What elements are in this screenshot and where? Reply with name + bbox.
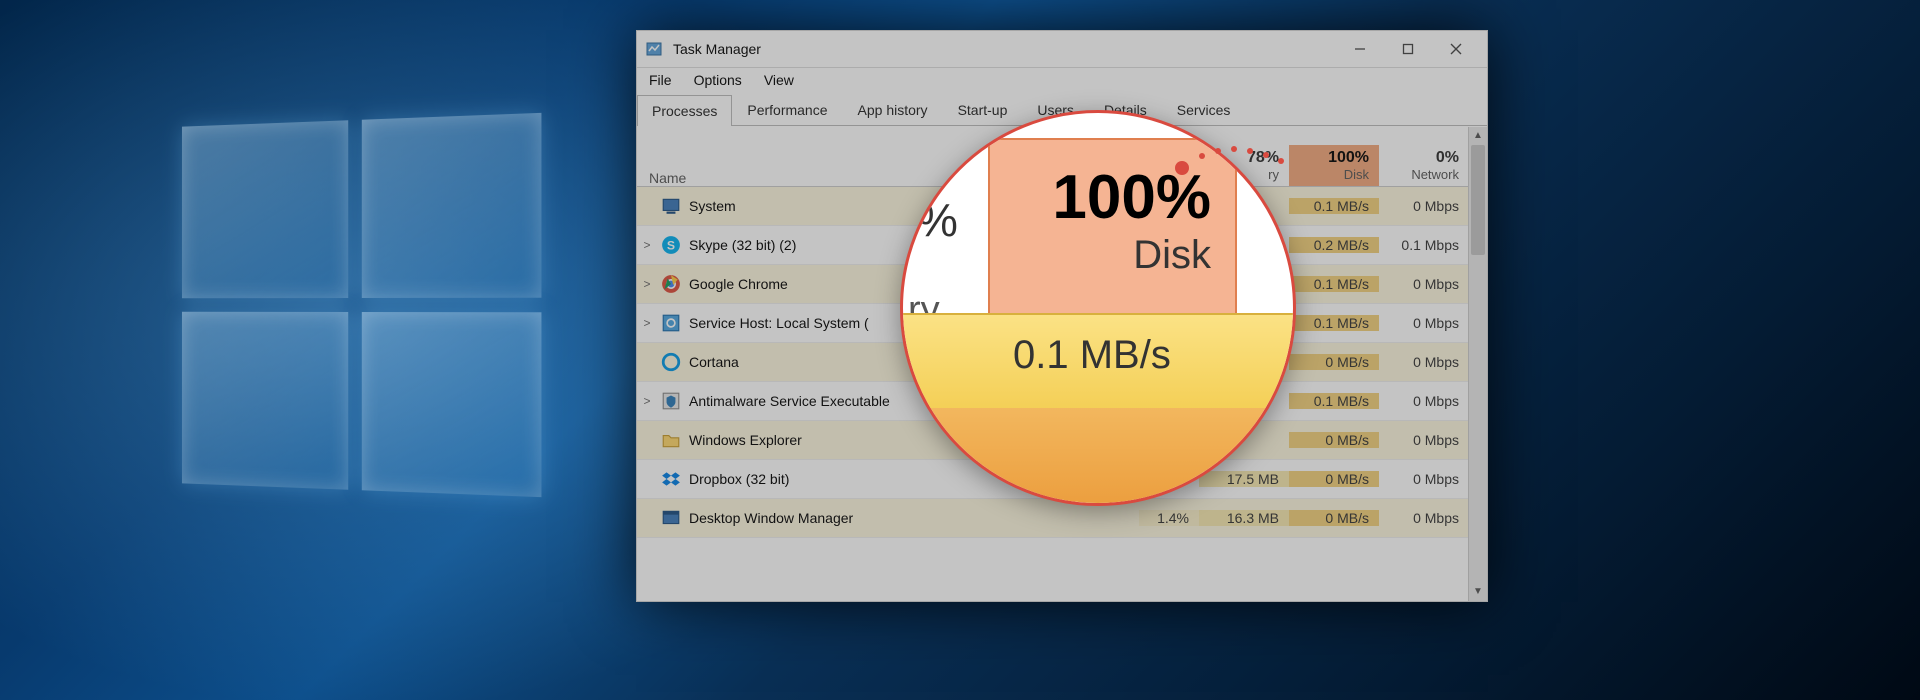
cell-disk: 0 MB/s [1289,510,1379,526]
cell-network: 0.1 Mbps [1379,237,1469,253]
maximize-button[interactable] [1385,34,1431,64]
zoom-first-cell-value: 0.1 MB/s [1013,333,1171,378]
zoom-disk-header: 100% Disk [988,138,1237,315]
cell-disk: 0.1 MB/s [1289,315,1379,331]
scroll-up-icon[interactable]: ▲ [1469,127,1487,145]
zoom-percent-fragment: % [917,193,958,247]
cell-network: 0 Mbps [1379,315,1469,331]
tab-processes[interactable]: Processes [637,95,732,126]
cell-network: 0 Mbps [1379,198,1469,214]
zoom-lens: % ry 100% Disk 0.1 MB/s [900,110,1296,506]
cell-disk: 0 MB/s [1289,432,1379,448]
scroll-down-icon[interactable]: ▼ [1469,583,1487,601]
cell-network: 0 Mbps [1379,471,1469,487]
defender-icon [661,391,681,411]
cell-disk: 0 MB/s [1289,354,1379,370]
header-network[interactable]: 0% Network [1379,145,1469,186]
table-row[interactable]: Desktop Window Manager1.4%16.3 MB0 MB/s0… [637,499,1487,538]
cell-network: 0 Mbps [1379,354,1469,370]
cell-network: 0 Mbps [1379,510,1469,526]
scroll-thumb[interactable] [1471,145,1485,255]
menu-file[interactable]: File [649,72,672,88]
expand-icon[interactable]: > [637,238,657,252]
cell-network: 0 Mbps [1379,276,1469,292]
minimize-button[interactable] [1337,34,1383,64]
cell-cpu: 1.4% [1139,510,1199,526]
process-name: Desktop Window Manager [689,510,1139,526]
task-manager-icon [645,40,663,58]
system-icon [661,196,681,216]
windows-logo [182,113,542,497]
svg-text:S: S [667,238,675,252]
cell-disk: 0 MB/s [1289,471,1379,487]
cortana-icon [661,352,681,372]
titlebar[interactable]: Task Manager [637,31,1487,68]
cell-memory: 16.3 MB [1199,510,1289,526]
expand-icon[interactable]: > [637,277,657,291]
menubar: File Options View [637,68,1487,94]
window-title: Task Manager [673,41,1337,57]
dropbox-icon [661,469,681,489]
header-disk[interactable]: 100% Disk [1289,145,1379,186]
cell-disk: 0.2 MB/s [1289,237,1379,253]
cell-network: 0 Mbps [1379,432,1469,448]
skype-icon: S [661,235,681,255]
expand-icon[interactable]: > [637,316,657,330]
cell-disk: 0.1 MB/s [1289,276,1379,292]
explorer-icon [661,430,681,450]
dwm-icon [661,508,681,528]
close-button[interactable] [1433,34,1479,64]
cell-network: 0 Mbps [1379,393,1469,409]
menu-options[interactable]: Options [694,72,742,88]
menu-view[interactable]: View [764,72,794,88]
zoom-disk-label: Disk [990,233,1235,278]
cell-disk: 0.1 MB/s [1289,393,1379,409]
chrome-icon [661,274,681,294]
svchost-icon [661,313,681,333]
cell-disk: 0.1 MB/s [1289,198,1379,214]
tab-performance[interactable]: Performance [732,94,842,125]
expand-icon[interactable]: > [637,394,657,408]
scrollbar[interactable]: ▲ ▼ [1468,127,1487,601]
